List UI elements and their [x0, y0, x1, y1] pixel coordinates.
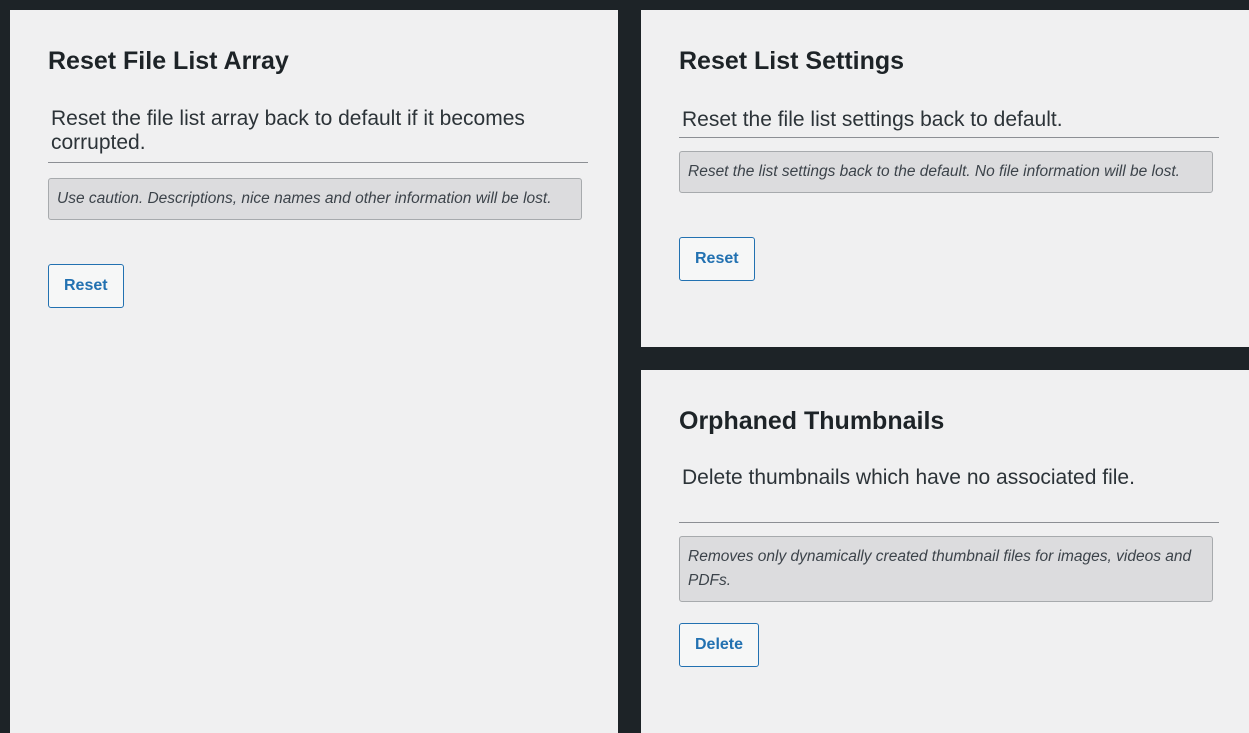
orphaned-thumbnails-panel: Orphaned Thumbnails Delete thumbnails wh… — [641, 370, 1249, 733]
reset-file-list-panel: Reset File List Array Reset the file lis… — [10, 10, 618, 733]
panel-title: Reset File List Array — [48, 47, 289, 75]
panel-description: Reset the file list settings back to def… — [682, 108, 1063, 131]
info-note: Reset the list settings back to the defa… — [679, 151, 1213, 193]
info-note: Removes only dynamically created thumbna… — [679, 536, 1213, 602]
divider — [679, 137, 1219, 138]
reset-list-settings-button[interactable]: Reset — [679, 237, 755, 281]
reset-list-settings-panel: Reset List Settings Reset the file list … — [641, 10, 1249, 347]
panel-description: Reset the file list array back to defaul… — [51, 107, 525, 154]
panel-title: Orphaned Thumbnails — [679, 407, 945, 435]
caution-note: Use caution. Descriptions, nice names an… — [48, 178, 582, 220]
divider — [48, 162, 588, 163]
reset-file-list-button[interactable]: Reset — [48, 264, 124, 308]
divider — [679, 522, 1219, 523]
panel-title: Reset List Settings — [679, 47, 905, 75]
delete-orphaned-thumbnails-button[interactable]: Delete — [679, 623, 760, 667]
panel-description: Delete thumbnails which have no associat… — [682, 466, 1135, 489]
